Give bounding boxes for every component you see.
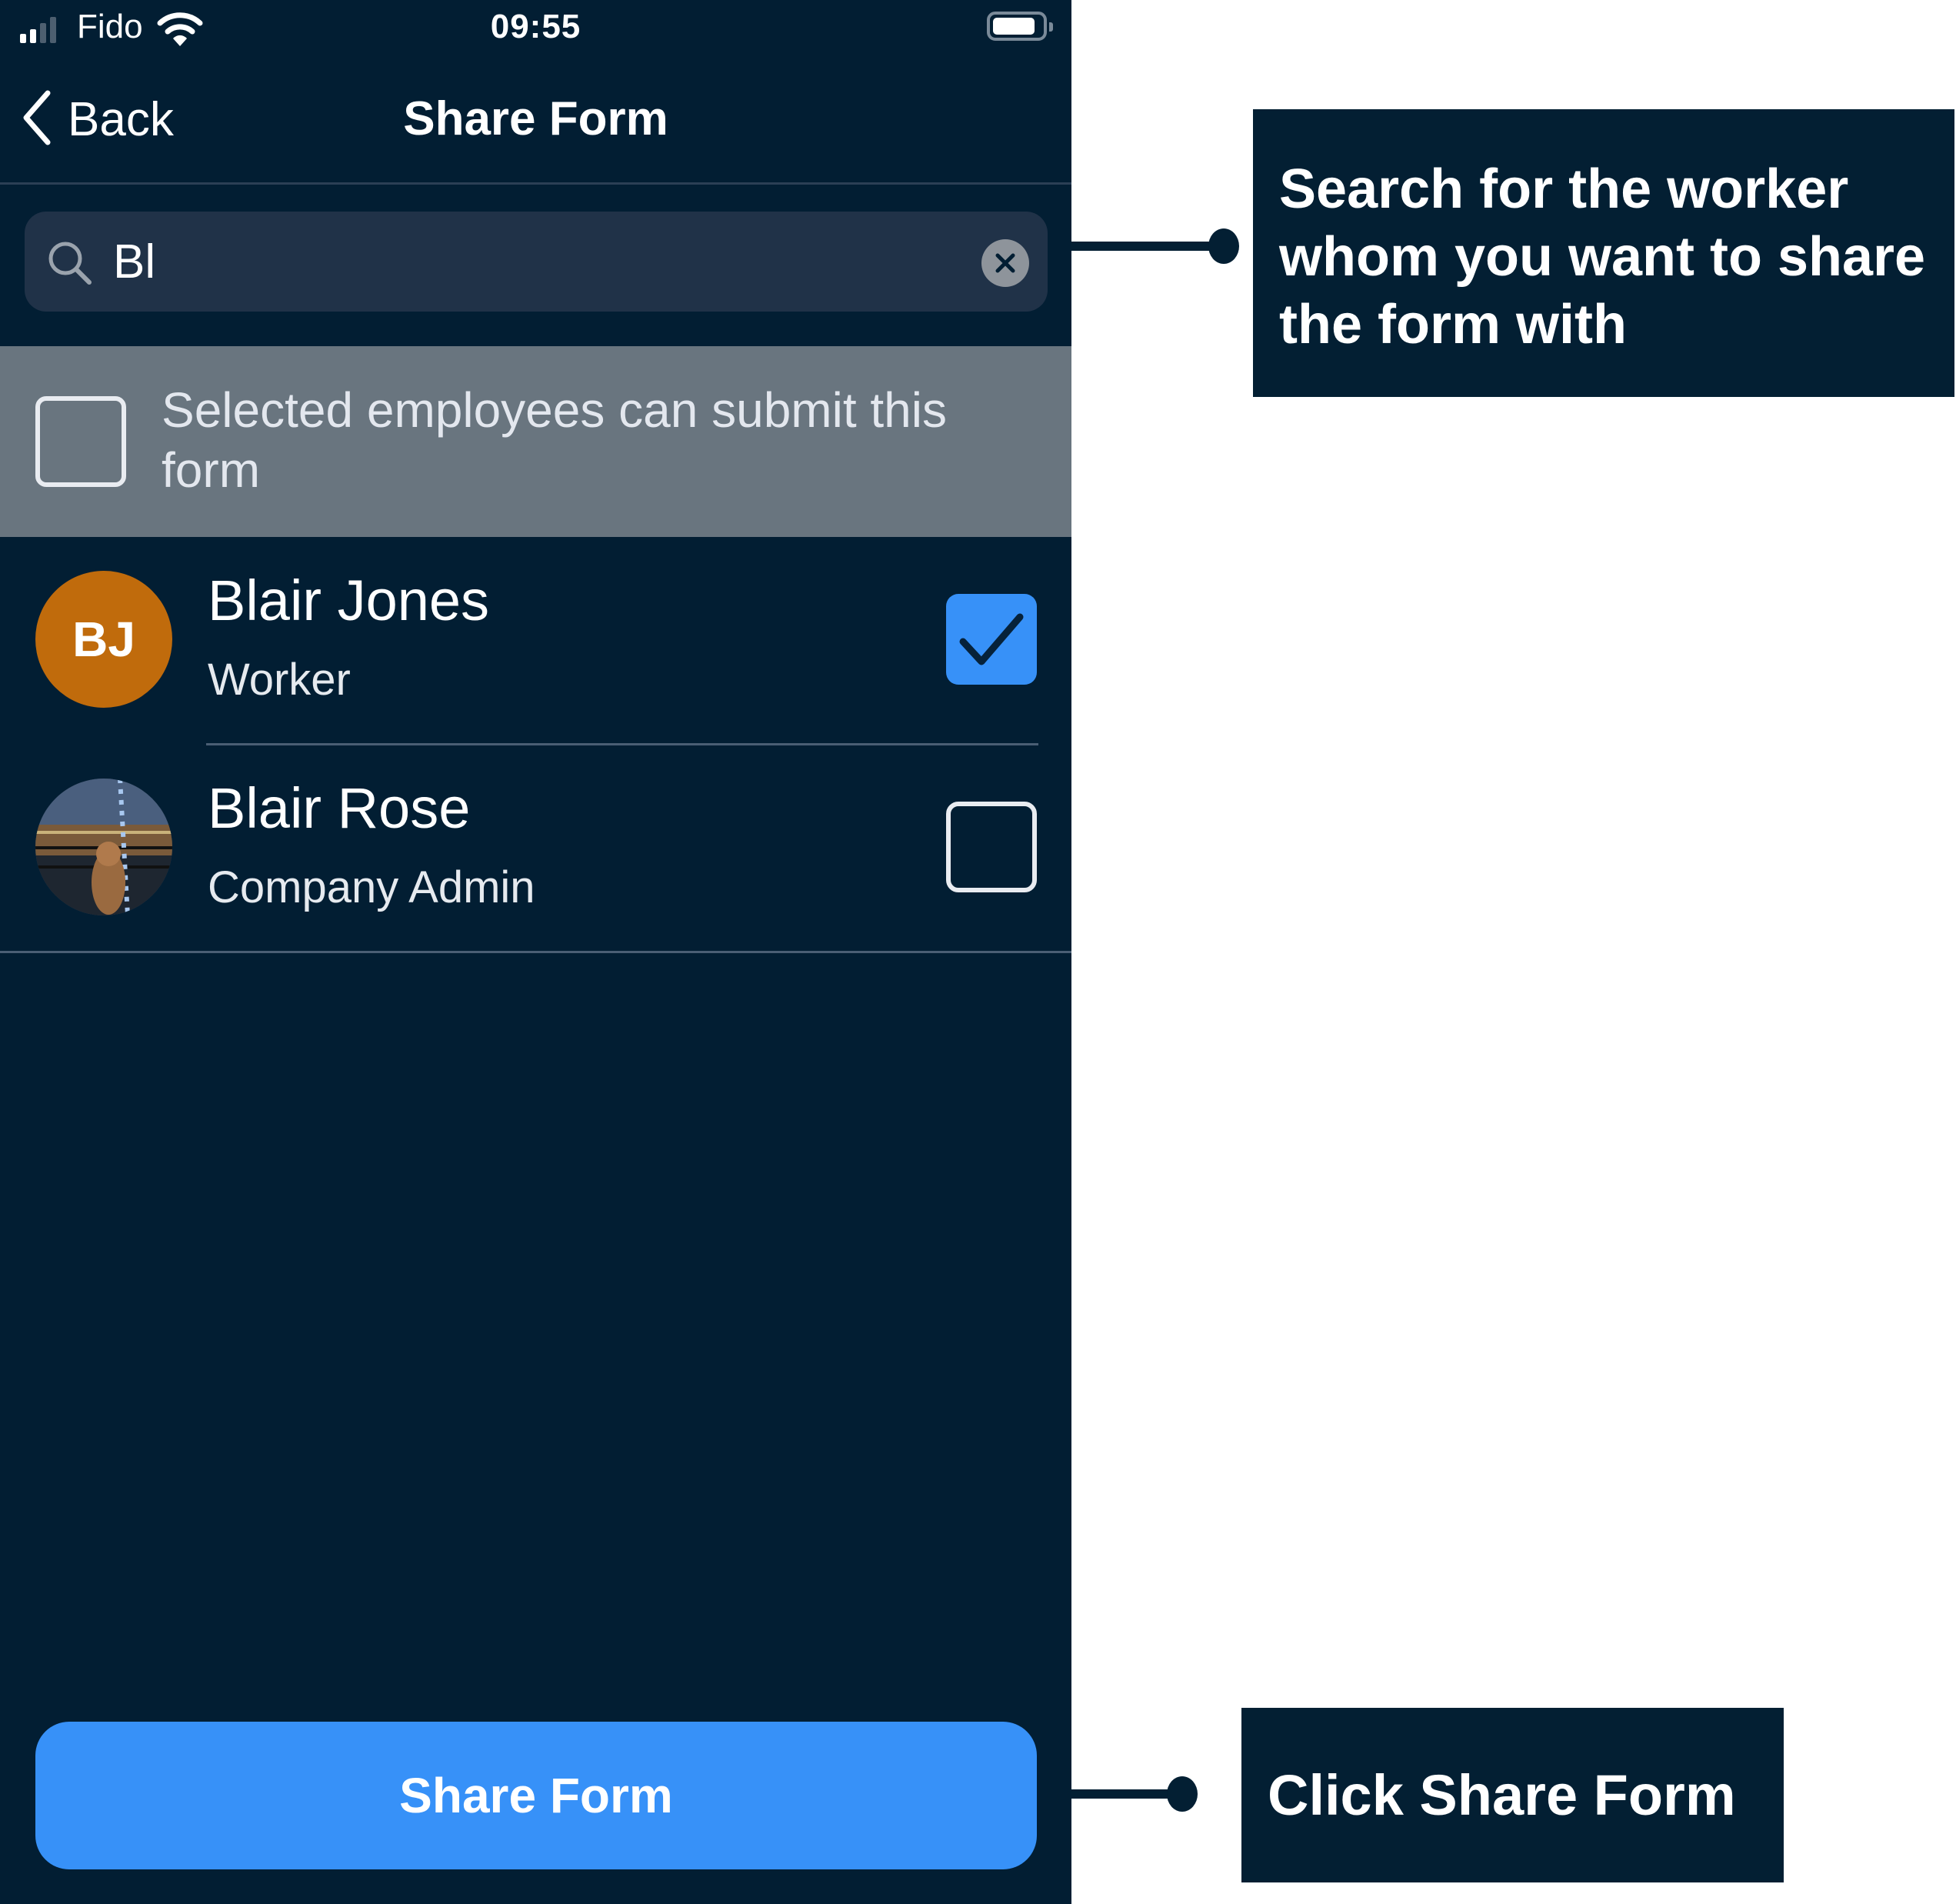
person-row[interactable]: BJ Blair Jones Worker bbox=[0, 537, 1071, 742]
callout-connector-line bbox=[1071, 242, 1222, 251]
phone-screen: Fido 09:55 Back Share Form Bl Selected e… bbox=[0, 0, 1071, 1904]
person-role: Worker bbox=[208, 655, 351, 705]
nav-bar: Back Share Form bbox=[0, 73, 1071, 182]
status-bar: Fido 09:55 bbox=[0, 0, 1071, 62]
callout-connector-line bbox=[1071, 1789, 1181, 1799]
avatar: BJ bbox=[35, 571, 172, 708]
person-checkbox-unchecked[interactable] bbox=[946, 802, 1037, 892]
callout-search-instruction: Search for the worker whom you want to s… bbox=[1253, 109, 1954, 397]
battery-icon bbox=[987, 12, 1053, 41]
page-title: Share Form bbox=[403, 92, 668, 145]
status-time: 09:55 bbox=[490, 8, 581, 45]
list-end-divider bbox=[0, 951, 1071, 953]
nav-divider bbox=[0, 182, 1071, 185]
callout-share-instruction: Click Share Form bbox=[1241, 1708, 1784, 1882]
submit-permission-label: Selected employees can submit this form bbox=[162, 382, 947, 498]
avatar-initials: BJ bbox=[72, 612, 135, 667]
clear-search-button[interactable] bbox=[981, 239, 1029, 287]
callout-connector-dot bbox=[1167, 1776, 1198, 1812]
person-checkbox-checked[interactable] bbox=[946, 594, 1037, 685]
callout-connector-dot bbox=[1208, 228, 1239, 264]
avatar-photo bbox=[35, 779, 172, 915]
share-form-button[interactable]: Share Form bbox=[35, 1722, 1037, 1869]
search-icon bbox=[46, 239, 94, 291]
search-input[interactable] bbox=[113, 231, 959, 292]
person-name: Blair Rose bbox=[208, 776, 471, 840]
person-name: Blair Jones bbox=[208, 569, 490, 632]
submit-permission-checkbox[interactable] bbox=[35, 396, 126, 487]
search-field[interactable] bbox=[25, 212, 1048, 312]
close-icon bbox=[995, 253, 1015, 273]
checkmark-icon bbox=[959, 613, 1024, 665]
submit-permission-row[interactable]: Selected employees can submit this form bbox=[0, 346, 1071, 537]
person-role: Company Admin bbox=[208, 862, 535, 912]
person-row[interactable]: Blair Rose Company Admin bbox=[0, 745, 1071, 950]
